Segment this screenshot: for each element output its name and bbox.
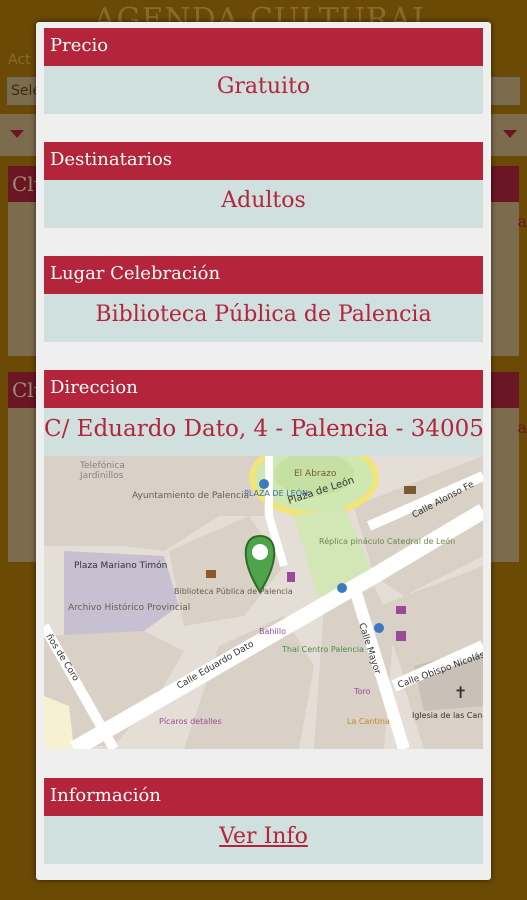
book-icon [206, 570, 216, 578]
destinatarios-label: Destinatarios [44, 142, 483, 180]
precio-label: Precio [44, 28, 483, 66]
chevron-down-icon[interactable] [10, 130, 24, 138]
destinatarios-value: Adultos [44, 180, 483, 228]
shirt-icon [396, 606, 406, 614]
precio-value: Gratuito [44, 66, 483, 114]
shop-icon [287, 572, 295, 582]
precio-section: Precio Gratuito [44, 28, 483, 114]
map-label-toro: Toro [353, 687, 371, 696]
map-label-archivo: Archivo Histórico Provincial [68, 602, 190, 613]
bus-stop-icon [259, 479, 269, 489]
map-label-biblioteca: Biblioteca Pública de Palencia [174, 587, 293, 596]
direccion-label: Direccion [44, 370, 483, 408]
map-label-plaza-mariano: Plaza Mariano Timón [74, 560, 167, 571]
informacion-label: Información [44, 778, 483, 816]
camera-icon [396, 631, 406, 641]
map-label-la-cantina: La Cantina [347, 717, 390, 726]
map-label-thai: Thai Centro Palencia [281, 645, 364, 654]
bus-stop-icon [374, 623, 384, 633]
card-edge-text: a [517, 212, 527, 231]
map-label-replica: Réplica pináculo Catedral de León [319, 536, 455, 546]
lugar-label: Lugar Celebración [44, 256, 483, 294]
ver-info-container: Ver Info [44, 816, 483, 864]
map-label-jardinillos: Jardinillos [79, 471, 124, 481]
location-map[interactable]: Telefónica Jardinillos Ayuntamiento de P… [44, 456, 483, 749]
map-label-telefonica: Telefónica [79, 460, 125, 471]
map-pin-hand-icon-center [252, 544, 268, 560]
event-detail-modal: Precio Gratuito Destinatarios Adultos Lu… [36, 22, 491, 880]
lugar-value: Biblioteca Pública de Palencia [44, 294, 483, 342]
map-label-el-abrazo: El Abrazo [294, 469, 337, 479]
ver-info-link[interactable]: Ver Info [219, 824, 308, 849]
filter-label: Act [8, 52, 31, 68]
map-label-ayuntamiento: Ayuntamiento de Palencia [132, 491, 249, 501]
map-label-iglesia: Iglesia de las Canónigas [412, 710, 483, 720]
direccion-section: Direccion C/ Eduardo Dato, 4 - Palencia … [44, 370, 484, 456]
bus-stop-icon [337, 583, 347, 593]
lugar-section: Lugar Celebración Biblioteca Pública de … [44, 256, 483, 342]
map-label-picaros: Pícaros detalles [159, 717, 222, 726]
chevron-down-icon[interactable] [503, 130, 517, 138]
card-edge-text: a [517, 418, 527, 437]
direccion-value: C/ Eduardo Dato, 4 - Palencia - 34005 [44, 408, 484, 456]
informacion-section: Información Ver Info [44, 778, 483, 864]
destinatarios-section: Destinatarios Adultos [44, 142, 483, 228]
church-cross-icon: ✝ [454, 683, 467, 702]
map-label-bahillo: Bahillo [259, 627, 286, 636]
briefcase-icon [404, 486, 416, 494]
